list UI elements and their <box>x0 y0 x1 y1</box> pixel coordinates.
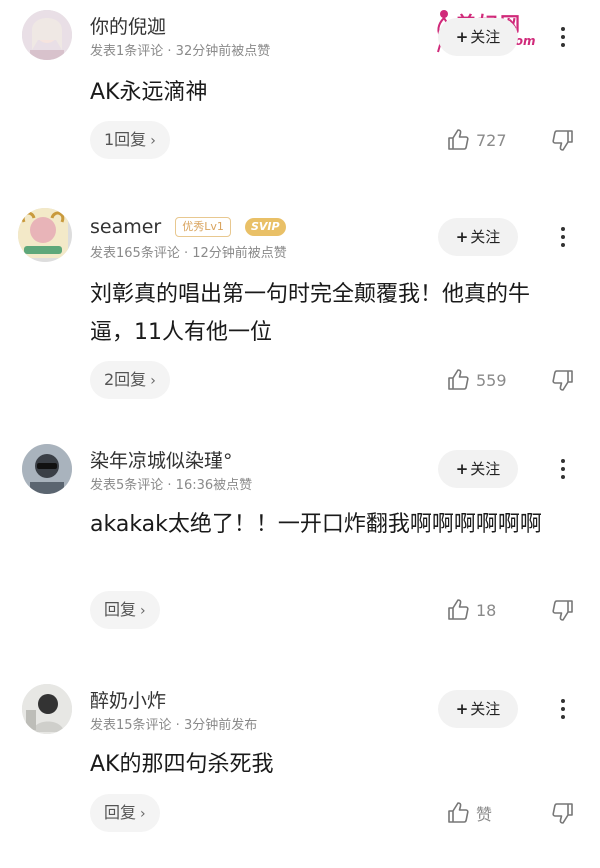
comment-item: 醉奶小炸 发表15条评论 · 3分钟前发布 + 关注 AK的那四句杀死我 回复 › … <box>0 672 600 862</box>
plus-icon: + <box>455 228 469 246</box>
chevron-right-icon: › <box>150 373 156 389</box>
dislike-button[interactable] <box>551 595 577 625</box>
comment-item: 染年凉城似染瑾° 发表5条评论 · 16:36被点赞 + 关注 akakak太绝了… <box>0 432 600 642</box>
plus-icon: + <box>455 460 469 478</box>
like-count: 18 <box>476 600 497 620</box>
comment-text: akakak太绝了！！一开口炸翻我啊啊啊啊啊啊 <box>90 512 542 537</box>
like-count: 赞 <box>476 805 493 824</box>
reply-button[interactable]: 1回复 › <box>90 121 170 159</box>
comment-meta: 发表1条评论 · 32分钟前被点赞 <box>90 44 271 59</box>
comment-text: 刘彰真的唱出第一句时完全颠覆我！他真的牛逼，11人有他一位 <box>90 282 531 345</box>
more-options-icon[interactable] <box>553 454 573 484</box>
avatar[interactable] <box>18 208 72 262</box>
comment-item: 你的倪迦 发表1条评论 · 32分钟前被点赞 + 关注 AK永远滴神 1回复 › 7… <box>0 0 600 180</box>
dislike-button[interactable] <box>551 798 577 828</box>
more-options-icon[interactable] <box>553 222 573 252</box>
level-badge: 优秀Lv1 <box>175 217 231 237</box>
thumbs-up-icon <box>448 129 469 150</box>
reply-button[interactable]: 回复 › <box>90 591 160 629</box>
more-options-icon[interactable] <box>553 694 573 724</box>
comment-text: AK永远滴神 <box>90 80 208 105</box>
like-button[interactable]: 727 <box>446 125 507 155</box>
follow-button[interactable]: + 关注 <box>438 690 518 728</box>
comment-meta: 发表5条评论 · 16:36被点赞 <box>90 478 253 493</box>
more-options-icon[interactable] <box>553 22 573 52</box>
username[interactable]: 染年凉城似染瑾° <box>90 446 233 473</box>
chevron-right-icon: › <box>140 806 146 822</box>
username[interactable]: seamer <box>90 216 161 238</box>
thumbs-up-icon <box>448 802 469 823</box>
reply-button[interactable]: 2回复 › <box>90 361 170 399</box>
thumbs-down-icon <box>552 600 573 621</box>
like-button[interactable]: 559 <box>446 365 507 395</box>
plus-icon: + <box>455 28 469 46</box>
username-row: seamer 优秀Lv1 SVIP <box>90 216 286 238</box>
plus-icon: + <box>455 700 469 718</box>
username[interactable]: 你的倪迦 <box>90 12 166 39</box>
like-button[interactable]: 赞 <box>446 798 492 828</box>
thumbs-down-icon <box>552 803 573 824</box>
chevron-right-icon: › <box>140 603 146 619</box>
dislike-button[interactable] <box>551 125 577 155</box>
thumbs-up-icon <box>448 369 469 390</box>
comment-meta: 发表165条评论 · 12分钟前被点赞 <box>90 246 287 261</box>
dislike-button[interactable] <box>551 365 577 395</box>
reply-button[interactable]: 回复 › <box>90 794 160 832</box>
thumbs-down-icon <box>552 130 573 151</box>
chevron-right-icon: › <box>150 133 156 149</box>
like-button[interactable]: 18 <box>446 595 496 625</box>
svip-badge: SVIP <box>244 218 286 236</box>
follow-button[interactable]: + 关注 <box>438 218 518 256</box>
comment-item: seamer 优秀Lv1 SVIP 发表165条评论 · 12分钟前被点赞 + 关… <box>0 200 600 410</box>
like-count: 727 <box>476 130 507 150</box>
avatar[interactable] <box>22 684 72 734</box>
comment-text: AK的那四句杀死我 <box>90 752 274 777</box>
like-count: 559 <box>476 370 507 390</box>
thumbs-up-icon <box>448 599 469 620</box>
follow-button[interactable]: + 关注 <box>438 450 518 488</box>
avatar[interactable] <box>22 444 72 494</box>
follow-button[interactable]: + 关注 <box>438 18 518 56</box>
username[interactable]: 醉奶小炸 <box>90 686 166 713</box>
comment-meta: 发表15条评论 · 3分钟前发布 <box>90 718 258 733</box>
thumbs-down-icon <box>552 370 573 391</box>
avatar[interactable] <box>22 10 72 60</box>
